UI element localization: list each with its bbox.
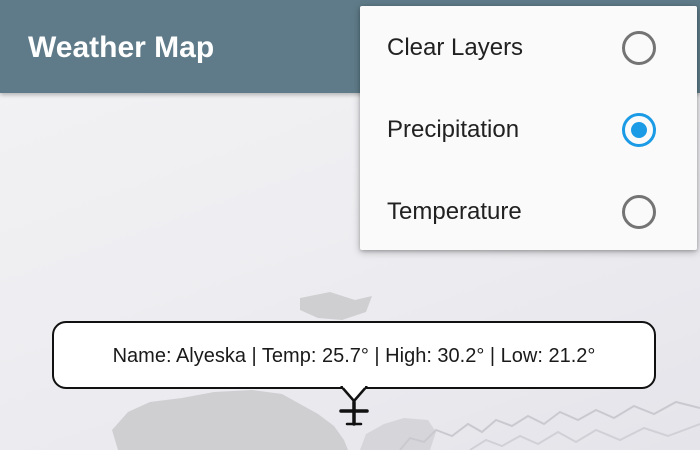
location-callout-text: Name: Alyeska | Temp: 25.7° | High: 30.2… [112,345,596,367]
location-callout[interactable]: Name: Alyeska | Temp: 25.7° | High: 30.2… [52,321,656,389]
app-title: Weather Map [28,31,215,64]
clear-layers-radio[interactable] [622,31,656,65]
landmass-shape [300,292,372,320]
temperature-radio[interactable] [622,195,656,229]
menu-item-temperature[interactable]: Temperature [360,170,697,252]
crosshair-marker-icon[interactable] [338,400,370,426]
menu-item-clear-layers[interactable]: Clear Layers [360,6,697,88]
coastline [469,423,700,450]
coastline [399,400,700,450]
menu-item-label: Temperature [387,198,522,225]
landmass-shape [112,390,348,450]
menu-item-label: Clear Layers [387,34,524,61]
radio-selected-dot [631,122,647,138]
menu-item-precipitation[interactable]: Precipitation [360,88,697,170]
precipitation-radio[interactable] [622,113,656,147]
menu-item-label: Precipitation [387,116,520,143]
layer-menu: Clear Layers Precipitation Temperature [360,6,697,250]
landmass-shape [360,418,436,450]
